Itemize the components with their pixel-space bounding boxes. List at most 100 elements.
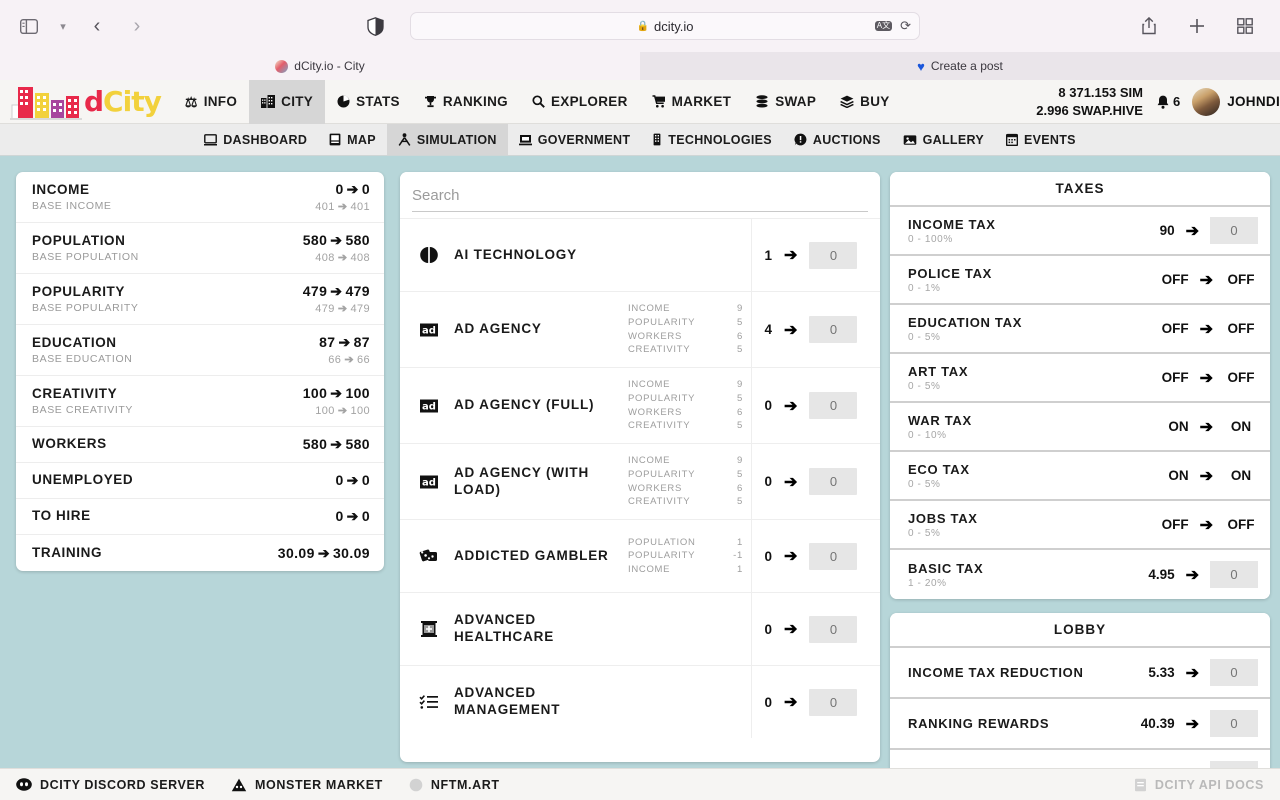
dcity-logo[interactable]: dCity [0,80,162,124]
building-quantity-input[interactable] [809,615,858,643]
building-quantity-input[interactable] [809,468,858,496]
buildings-list[interactable]: AI TECHNOLOGY 1 ➔ ad AD AGENCY INCOME9PO… [400,218,880,762]
building-row[interactable]: ADVANCED MANAGEMENT 0 ➔ [400,665,880,739]
user-avatar[interactable] [1192,87,1221,116]
building-quantity-input[interactable] [809,392,858,420]
subnav-item-simulation[interactable]: SIMULATION [386,124,508,155]
building-stat: WORKERS 6 [628,406,743,420]
building-row[interactable]: ad AD AGENCY INCOME 9 POPULARITY 5 WORKERS 6 C… [400,291,880,368]
subnav-item-events[interactable]: EVENTS [995,124,1087,155]
book-icon [1134,778,1147,792]
tax-next-value[interactable]: OFF [1224,272,1258,287]
subnav-item-dashboard[interactable]: DASHBOARD [193,124,318,155]
building-row[interactable]: ad AD AGENCY (WITH LOAD) INCOME 9 POPULARI… [400,443,880,520]
privacy-shield-icon[interactable] [360,12,390,40]
wallet-balance[interactable]: 8 371.153 SIM 2.996 SWAP.HIVE [1036,84,1157,119]
arrow-icon: ➔ [344,354,354,366]
building-stat-value: 6 [737,406,743,418]
building-quantity-input[interactable] [809,688,858,716]
tax-row: EDUCATION TAX 0 - 5% OFF ➔ OFF [890,305,1270,354]
search-input[interactable] [412,184,868,212]
nav-item-buy[interactable]: BUY [828,80,901,124]
footer-link-discord[interactable]: DCITY DISCORD SERVER [16,778,205,792]
building-stat-value: 5 [737,468,743,480]
building-stat-key: POPULARITY [628,392,696,404]
lock-icon: 🔒 [636,20,649,32]
tax-label: BASIC TAX [908,560,984,576]
tax-current-value: OFF [1161,321,1189,336]
building-row[interactable]: ADDICTED GAMBLER POPULATION 1 POPULARITY -1… [400,519,880,593]
tax-value-input[interactable] [1210,561,1258,588]
bell-icon [1157,95,1169,109]
tax-next-value[interactable]: ON [1224,419,1258,434]
lobby-label: INCOME TAX REDUCTION [908,665,1084,680]
pie-chart-icon [337,95,350,108]
address-bar[interactable]: 🔒 dcity.io A文 ⟳ [410,12,920,40]
tax-range: 0 - 5% [908,331,941,343]
nav-label: CITY [281,94,314,109]
building-info: ADDICTED GAMBLER POPULATION 1 POPULARITY -1… [400,520,752,593]
back-arrow-icon[interactable]: ‹ [82,16,112,36]
subnav-item-map[interactable]: MAP [318,124,387,155]
sidebar-toggle-icon[interactable] [14,12,44,40]
tax-next-value[interactable]: OFF [1224,370,1258,385]
building-stat-value: 9 [737,455,743,467]
favicon-icon [275,59,289,73]
subnav-item-auctions[interactable]: AUCTIONS [783,124,892,155]
nav-label: STATS [356,94,400,109]
stat-label-group: UNEMPLOYED [32,472,133,489]
subnav-item-government[interactable]: GOVERNMENT [508,124,642,155]
arrow-icon: ➔ [1199,369,1213,387]
footer-link-monster-market[interactable]: MONSTER MARKET [231,778,383,792]
arrow-icon: ➔ [317,544,330,561]
nav-item-market[interactable]: MARKET [640,80,744,124]
lobby-value-input[interactable] [1210,659,1258,686]
nav-item-city[interactable]: CITY [249,79,326,124]
subnav-item-gallery[interactable]: GALLERY [892,124,995,155]
arrow-icon: ➔ [337,303,348,315]
building-quantity-input[interactable] [809,542,858,570]
arrow-icon: ➔ [1199,271,1213,289]
nav-item-swap[interactable]: SWAP [743,80,828,124]
nav-item-ranking[interactable]: RANKING [412,80,520,124]
tax-next-value[interactable]: OFF [1224,517,1258,532]
tab-overview-icon[interactable] [1230,12,1260,40]
footer-link-api-docs[interactable]: DCITY API DOCS [1134,778,1264,792]
stat-main-value: 87 ➔ 87 [319,334,370,350]
nav-item-explorer[interactable]: EXPLORER [520,80,640,124]
stat-label-group: POPULATION BASE POPULATION [32,233,139,263]
username-label[interactable]: JOHNDI [1220,94,1280,109]
chevron-down-icon[interactable]: ▾ [54,20,72,33]
building-stat: POPULATION 1 [628,536,743,550]
reload-icon[interactable]: ⟳ [900,18,911,34]
lobby-value-input[interactable] [1210,710,1258,737]
subnav-label: EVENTS [1023,132,1076,147]
building-name: AD AGENCY (FULL) [454,397,595,413]
building-row[interactable]: ad AD AGENCY (FULL) INCOME 9 POPULARITY 5 WO… [400,367,880,444]
subnav-label: MAP [347,132,376,147]
building-stat-value: -1 [733,550,743,562]
notifications-button[interactable]: 6 [1157,94,1192,109]
tax-value-input[interactable] [1210,217,1258,244]
translate-icon[interactable]: A文 [874,21,893,31]
nav-item-stats[interactable]: STATS [325,80,412,124]
tax-next-value[interactable]: ON [1224,468,1258,483]
arrow-icon: ➔ [346,508,359,524]
footer-link-nftm-art[interactable]: NFTM.ART [409,778,500,792]
plus-icon[interactable] [1182,12,1212,40]
building-quantity-input[interactable] [809,241,858,269]
building-row[interactable]: ADVANCED HEALTHCARE 0 ➔ [400,592,880,666]
nav-item-info[interactable]: ⚖ INFO [173,80,249,124]
building-stat-value: 6 [737,330,743,342]
forward-arrow-icon[interactable]: › [122,16,152,36]
ad-icon: ad [418,474,440,490]
share-icon[interactable] [1134,12,1164,40]
browser-tab-create-post[interactable]: ♥ Create a post [640,52,1280,80]
building-quantity-input[interactable] [809,316,858,344]
tax-next-value[interactable]: OFF [1224,321,1258,336]
building-row[interactable]: AI TECHNOLOGY 1 ➔ [400,218,880,291]
taxes-card: TAXES INCOME TAX 0 - 100% 90 ➔ POLICE TA… [890,172,1270,599]
subnav-item-technologies[interactable]: TECHNOLOGIES [641,124,783,155]
stat-row: POPULATION BASE POPULATION 580 ➔ 580 408 ➔ 4… [16,223,384,274]
browser-tab-dcity[interactable]: dCity.io - City [0,52,640,80]
